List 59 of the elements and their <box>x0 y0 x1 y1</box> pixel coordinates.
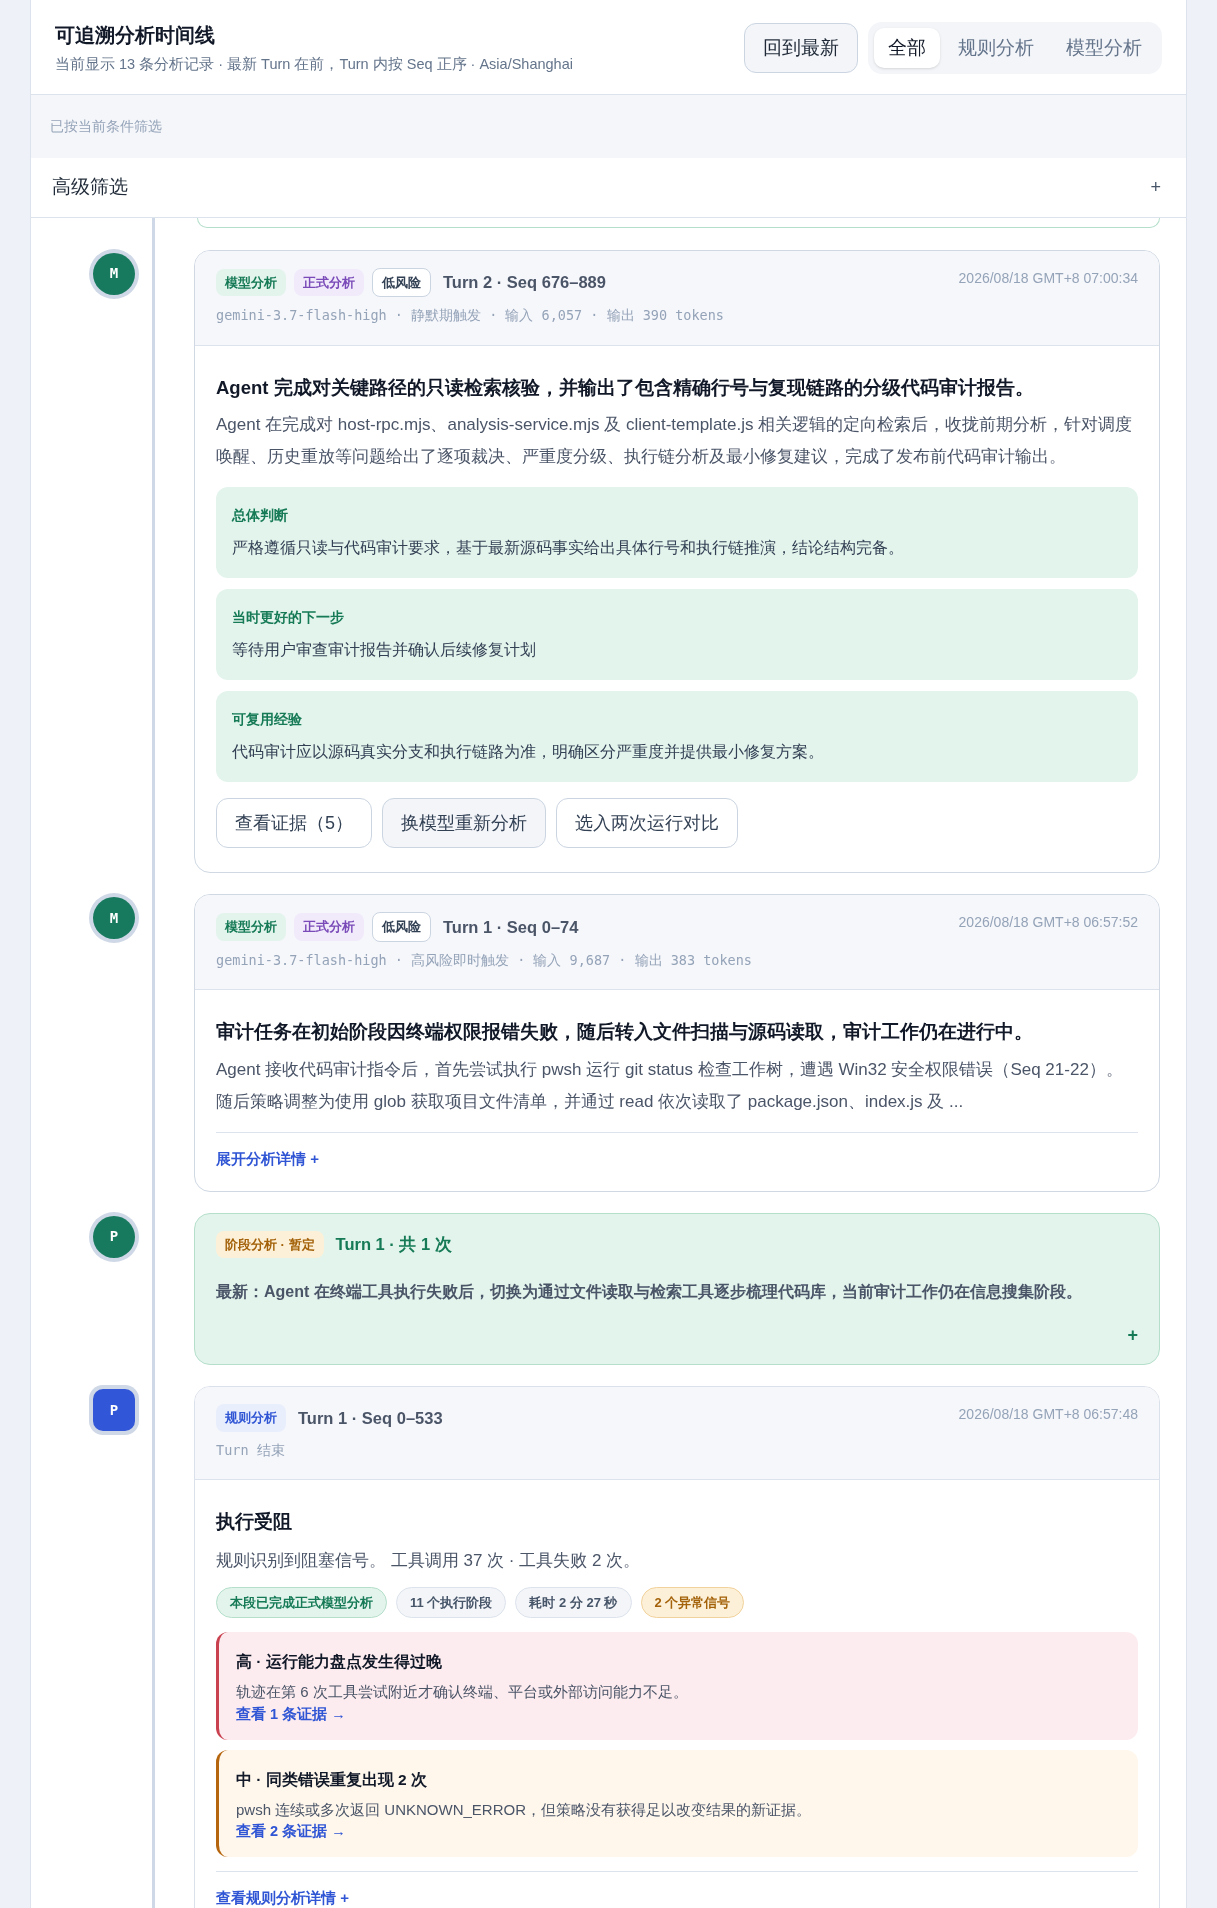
action-button[interactable]: 换模型重新分析 <box>382 798 546 849</box>
advanced-filter-toggle[interactable]: + <box>1150 178 1165 197</box>
status-chip: 2 个异常信号 <box>640 1586 745 1618</box>
status-chip: 耗时 2 分 27 秒 <box>515 1586 632 1618</box>
meta-line: Turn 结束 <box>216 1440 286 1460</box>
alert-title: 中 · 同类错误重复出现 2 次 <box>236 1769 428 1790</box>
filter-tab[interactable]: 规则分析 <box>944 27 1048 68</box>
card-summary: Agent 在完成对 host-rpc.mjs、analysis-service.mjs 及 client-template.js 相关逻辑的定向检索后，收拢前期分析，针对调度唤醒、历史重放等问题给出了逐项裁决、严重度分级、执行链分析及最小修复建议，完成了发布前代码审计输出。 <box>216 414 1134 469</box>
turn-label: Turn 1 · Seq 0–74 <box>443 916 579 938</box>
tag: 低风险 <box>372 267 431 298</box>
timeline-node: P <box>93 1215 135 1258</box>
action-button[interactable]: 查看证据（5） <box>216 798 372 849</box>
panel-text: 代码审计应以源码真实分支和执行链路为准，明确区分严重度并提供最小修复方案。 <box>232 742 825 763</box>
tag: 模型分析 <box>216 913 286 941</box>
card-headline: Agent 完成对关键路径的只读检索核验，并输出了包含精确行号与复现链路的分级代码审计报告。 <box>216 375 1035 400</box>
panel-text: 严格遵循只读与代码审计要求，基于最新源码事实给出具体行号和执行链推演，结论结构完备。 <box>232 538 905 559</box>
expand-link[interactable]: 展开分析详情 + <box>216 1149 319 1167</box>
evidence-link[interactable]: 查看 2 条证据 → <box>236 1821 1121 1843</box>
card-headline: 审计任务在初始阶段因终端权限报错失败，随后转入文件扫描与源码读取，审计工作仍在进行中。 <box>216 1020 1034 1044</box>
filter-note: 已按当前条件筛选 <box>50 116 162 136</box>
expand-link[interactable]: 查看规则分析详情 + <box>216 1889 349 1906</box>
turn-label: Turn 2 · Seq 676–889 <box>443 272 606 294</box>
panel-title: 总体判断 <box>232 506 289 526</box>
card-summary: 规则识别到阻塞信号。 工具调用 37 次 · 工具失败 2 次。 <box>216 1549 642 1572</box>
filter-tab[interactable]: 模型分析 <box>1052 27 1156 68</box>
turn-label: Turn 1 · Seq 0–533 <box>298 1407 443 1429</box>
card-summary: Agent 接收代码审计指令后，首先尝试执行 pwsh 运行 git status 检查工作树，遭遇 Win32 安全权限错误（Seq 21-22）。随后策略调整为使用 glob 获取项目文件清单，并通过 read 依次读取了 package.json、index.js 及 ... <box>216 1058 1124 1113</box>
timestamp: 2026/08/18 GMT+8 06:57:52 <box>958 913 1138 933</box>
evidence-link[interactable]: 查看 1 条证据 → <box>236 1703 1121 1726</box>
back-to-latest-button[interactable]: 回到最新 <box>744 22 858 73</box>
card-headline: 执行受阻 <box>216 1510 293 1534</box>
alert-title: 高 · 运行能力盘点发生得过晚 <box>236 1652 443 1672</box>
panel-title: 可复用经验 <box>232 710 303 730</box>
tag: 阶段分析 · 暂定 <box>216 1230 324 1259</box>
action-button[interactable]: 选入两次运行对比 <box>556 798 738 849</box>
filter-tab[interactable]: 全部 <box>874 27 940 68</box>
expand-toggle[interactable]: + <box>1127 1326 1138 1345</box>
timestamp: 2026/08/18 GMT+8 07:00:34 <box>958 268 1138 288</box>
status-chip: 11 个执行阶段 <box>396 1586 507 1618</box>
alert-text: 轨迹在第 6 次工具尝试附近才确认终端、平台或外部访问能力不足。 <box>236 1682 689 1703</box>
panel-title: 当时更好的下一步 <box>232 608 345 628</box>
advanced-filter-label: 高级筛选 <box>52 175 128 200</box>
timestamp: 2026/08/18 GMT+8 06:57:48 <box>958 1405 1138 1425</box>
meta-line: gemini-3.7-flash-high · 静默期触发 · 输入 6,057 · 输出 390 tokens <box>216 306 725 326</box>
page-subtitle: 当前显示 13 条分析记录 · 最新 Turn 在前，Turn 内按 Seq 正序 · Asia/Shanghai <box>55 55 573 74</box>
timeline-node: M <box>93 252 135 295</box>
tag: 正式分析 <box>294 913 364 941</box>
alert-text: pwsh 连续或多次返回 UNKNOWN_ERROR，但策略没有获得足以改变结果的新证据。 <box>236 1799 813 1820</box>
panel-text: 等待用户审查审计报告并确认后续修复计划 <box>232 640 537 661</box>
page-title: 可追溯分析时间线 <box>55 23 216 48</box>
latest-summary: 最新：Agent 在终端工具执行失败后，切换为通过文件读取与检索工具逐步梳理代码库，当前审计工作仍在信息搜集阶段。 <box>216 1282 1083 1303</box>
tag: 规则分析 <box>216 1404 286 1432</box>
tag: 正式分析 <box>294 268 364 297</box>
status-chip: 本段已完成正式模型分析 <box>216 1586 387 1618</box>
tag: 模型分析 <box>216 268 286 297</box>
turn-label: Turn 1 · 共 1 次 <box>335 1234 452 1256</box>
tag: 低风险 <box>372 912 431 942</box>
meta-line: gemini-3.7-flash-high · 高风险即时触发 · 输入 9,687 · 输出 383 tokens <box>216 950 753 970</box>
timeline-node: M <box>93 897 135 940</box>
